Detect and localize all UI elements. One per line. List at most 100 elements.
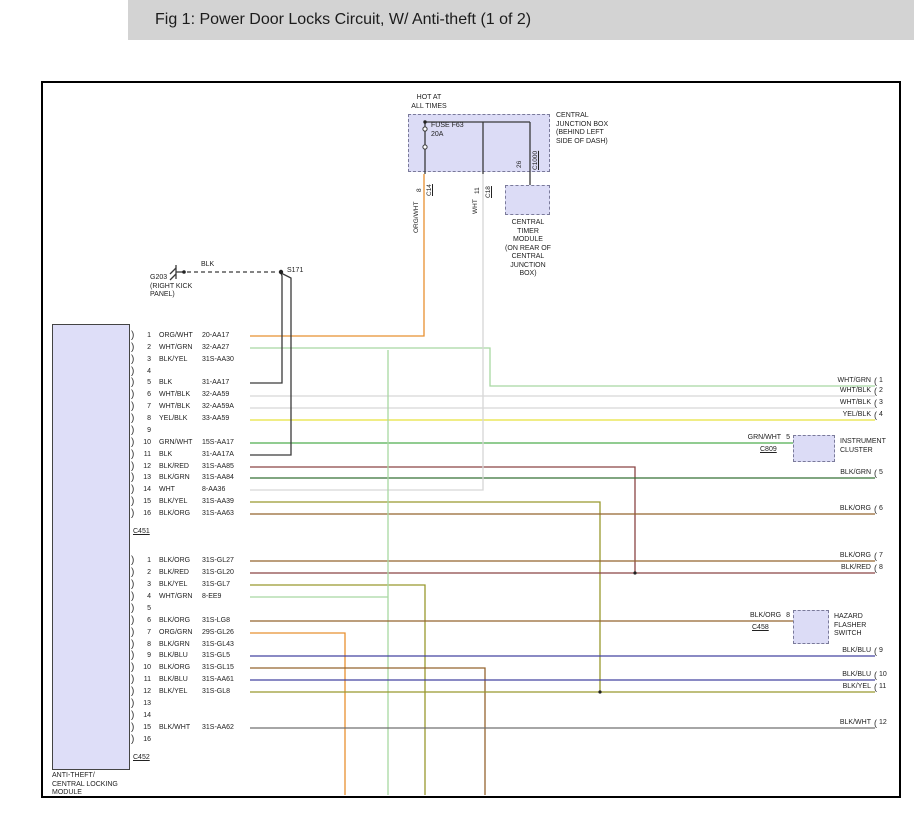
pin-circuit: 31S-LG8 xyxy=(200,616,250,626)
anti-theft-module-label: ANTI-THEFT/ CENTRAL LOCKING MODULE xyxy=(52,772,118,798)
pin-row-c452-15: )15BLK/WHT31S-AA62 xyxy=(131,723,250,733)
right-wire-color: WHT/BLK xyxy=(838,387,873,395)
pin-wire-color: GRN/WHT xyxy=(153,438,200,448)
wire-wht-grn-32aa27 xyxy=(140,348,875,386)
pin-number: 4 xyxy=(138,367,153,377)
pin-row-c452-3: )3BLK/YEL31S-GL7 xyxy=(131,580,250,590)
pin-bracket: ) xyxy=(131,485,138,495)
pin-circuit: 31S-GL15 xyxy=(200,663,250,673)
pin-wire-color: BLK/YEL xyxy=(153,687,200,697)
pin-circuit: 29S-GL26 xyxy=(200,628,250,638)
ground-wire-label: BLK xyxy=(201,261,214,270)
pin-number: 7 xyxy=(138,402,153,412)
hazard-wire-color: BLK/ORG xyxy=(750,612,781,620)
pin-wire-color: BLK xyxy=(153,450,200,460)
pin-wire-color: ORG/WHT xyxy=(153,331,200,341)
cluster-connector-label: C809 xyxy=(760,446,777,455)
pin-wire-color: BLK/ORG xyxy=(153,509,200,519)
junction-dot xyxy=(423,120,426,123)
pin-bracket: ) xyxy=(131,675,138,685)
right-wire-color: BLK/YEL xyxy=(841,683,873,691)
pin-circuit: 31S-AA62 xyxy=(200,723,250,733)
right-pin-number: 9 xyxy=(877,647,886,655)
right-pin-row-10: BLK/BLU(10 xyxy=(778,671,886,679)
pin-circuit: 31S-GL27 xyxy=(200,556,250,566)
pin-wire-color: BLK/BLU xyxy=(153,675,200,685)
pin-wire-color: BLK/ORG xyxy=(153,663,200,673)
pin-bracket: ) xyxy=(131,355,138,365)
ground-label: G203 (RIGHT KICK PANEL) xyxy=(150,274,192,300)
pin-circuit: 20-AA17 xyxy=(200,331,250,341)
right-pin-number: 2 xyxy=(877,387,886,395)
pin-circuit: 32-AA59 xyxy=(200,390,250,400)
pin-bracket: ) xyxy=(131,473,138,483)
pin-number: 10 xyxy=(138,438,153,448)
pin-number: 9 xyxy=(138,651,153,661)
pin-wire-color: BLK/BLU xyxy=(153,651,200,661)
pin-bracket: ) xyxy=(131,651,138,661)
pin-circuit: 8-EE9 xyxy=(200,592,250,602)
right-pin-number: 12 xyxy=(877,719,886,727)
pin-number: 5 xyxy=(138,378,153,388)
pin-wire-color: BLK/YEL xyxy=(153,355,200,365)
right-wire-color: BLK/WHT xyxy=(838,719,873,727)
pin-bracket: ) xyxy=(131,450,138,460)
pin-row-c451-9: )9 xyxy=(131,426,250,436)
pin-row-c451-5: )5BLK31-AA17 xyxy=(131,378,250,388)
pin-circuit: 15S-AA17 xyxy=(200,438,250,448)
pin-row-c452-9: )9BLK/BLU31S-GL5 xyxy=(131,651,250,661)
connector-label-c452: C452 xyxy=(133,754,150,761)
cluster-pin-number: 5 xyxy=(786,434,790,442)
right-wire-color: BLK/BLU xyxy=(840,647,873,655)
ground-id: G203 xyxy=(150,274,192,283)
pin-row-c451-8: )8YEL/BLK33-AA59 xyxy=(131,414,250,424)
right-wire-color: BLK/ORG xyxy=(838,505,873,513)
pin-number: 6 xyxy=(138,616,153,626)
pin-bracket: ) xyxy=(131,367,138,377)
right-pin-number: 11 xyxy=(877,683,886,691)
pin-number: 7 xyxy=(138,628,153,638)
pin-number: 15 xyxy=(138,497,153,507)
pin-row-c451-12: )12BLK/RED31S-AA85 xyxy=(131,462,250,472)
pin-number: 3 xyxy=(138,355,153,365)
c1000-pin-label: 26 xyxy=(515,156,524,168)
hazard-pin-number: 8 xyxy=(786,612,790,620)
pin-number: 5 xyxy=(138,604,153,614)
pin-bracket: ) xyxy=(131,663,138,673)
right-pin-row-11: BLK/YEL(11 xyxy=(778,683,886,691)
pin-number: 13 xyxy=(138,699,153,709)
right-pin-row-4: YEL/BLK(4 xyxy=(778,411,886,419)
pin-bracket: ) xyxy=(131,711,138,721)
right-wire-color: BLK/BLU xyxy=(840,671,873,679)
pin-number: 10 xyxy=(138,663,153,673)
pin-circuit: 31S-AA61 xyxy=(200,675,250,685)
pin-circuit: 31S-AA63 xyxy=(200,509,250,519)
right-wire-color: WHT/BLK xyxy=(838,399,873,407)
pin-number: 14 xyxy=(138,485,153,495)
right-pin-row-6: BLK/ORG(6 xyxy=(778,505,886,513)
pin-row-c452-13: )13 xyxy=(131,699,250,709)
right-wire-color: BLK/ORG xyxy=(838,552,873,560)
pin-number: 8 xyxy=(138,640,153,650)
pin-wire-color: BLK xyxy=(153,378,200,388)
pin-circuit: 31S-GL43 xyxy=(200,640,250,650)
page: { "header": { "title": "Fig 1: Power Doo… xyxy=(0,0,914,813)
junction-dot xyxy=(279,270,283,274)
pin-row-c452-4: )4WHT/GRN8-EE9 xyxy=(131,592,250,602)
pin-number: 15 xyxy=(138,723,153,733)
pin-bracket: ) xyxy=(131,616,138,626)
pin-wire-color: WHT xyxy=(153,485,200,495)
pin-wire-color: BLK/WHT xyxy=(153,723,200,733)
pin-bracket: ) xyxy=(131,414,138,424)
right-pin-row-12: BLK/WHT(12 xyxy=(778,719,886,727)
pin-number: 8 xyxy=(138,414,153,424)
pin-circuit: 32-AA59A xyxy=(200,402,250,412)
hazard-connector-label: C458 xyxy=(752,624,769,633)
cluster-wire-row: GRN/WHT 5 xyxy=(708,434,790,442)
right-wire-color: BLK/GRN xyxy=(838,469,873,477)
c14-pin-label: 8 xyxy=(415,182,424,192)
pin-bracket: ) xyxy=(131,580,138,590)
fuse-label: FUSE F63 20A xyxy=(431,122,464,139)
pin-number: 16 xyxy=(138,735,153,745)
right-pin-number: 10 xyxy=(877,671,886,679)
